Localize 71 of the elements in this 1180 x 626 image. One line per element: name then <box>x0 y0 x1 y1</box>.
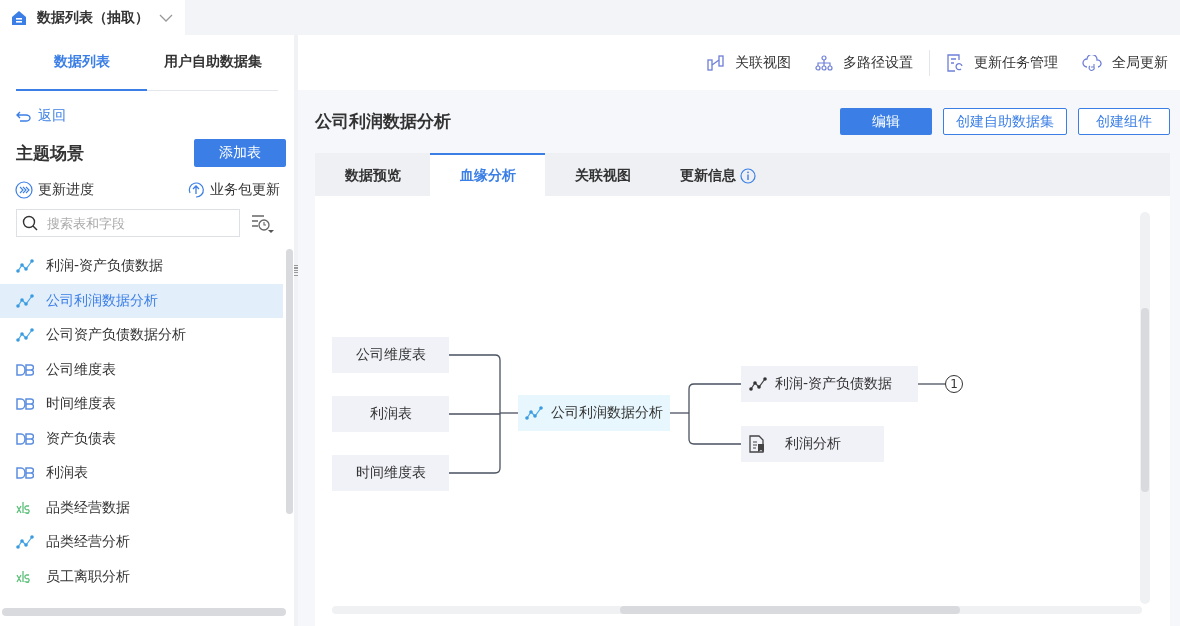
model-icon <box>16 259 34 274</box>
package-update-link[interactable]: 业务包更新 <box>210 181 280 199</box>
content-tab[interactable]: 数据预览 <box>315 153 430 196</box>
update-progress-link[interactable]: 更新进度 <box>38 181 94 199</box>
connector <box>917 383 946 385</box>
refresh-icon <box>187 181 205 199</box>
hierarchy-icon <box>815 54 833 71</box>
search-field[interactable]: 搜索表和字段 <box>16 209 240 237</box>
action-button[interactable]: 编辑 <box>840 108 932 135</box>
database-icon <box>16 398 34 411</box>
toolbar-link[interactable]: 多路径设置 <box>843 53 913 72</box>
tab-label: 数据预览 <box>344 166 401 185</box>
table-list-item[interactable]: 利润表 <box>0 456 283 491</box>
scrollbar[interactable] <box>2 608 286 616</box>
sidebar-tab[interactable]: 数据列表 <box>16 35 147 91</box>
model-icon <box>16 328 34 343</box>
action-button[interactable]: 创建自助数据集 <box>943 108 1067 135</box>
tab-label: 更新信息 <box>679 166 736 185</box>
database-icon <box>16 432 34 445</box>
report-icon <box>749 435 765 453</box>
content-tab[interactable]: 更新信息 <box>660 153 775 196</box>
resize-handle-icon[interactable] <box>294 264 298 277</box>
toolbar-link[interactable]: 全局更新 <box>1112 53 1168 72</box>
model-icon <box>525 406 543 420</box>
model-icon <box>16 293 34 308</box>
node-label: 公司利润数据分析 <box>551 404 663 422</box>
node-label: 利润-资产负债数据 <box>775 375 893 393</box>
target-node[interactable]: 利润分析 <box>741 426 884 462</box>
content-tab[interactable]: 关联视图 <box>545 153 660 196</box>
source-node[interactable]: 公司维度表 <box>332 337 449 373</box>
scrollbar[interactable] <box>332 606 1142 614</box>
filter-history-icon[interactable] <box>250 212 274 234</box>
progress-icon <box>15 181 33 199</box>
page-title: 公司利润数据分析 <box>315 110 451 133</box>
scrollbar[interactable] <box>286 249 293 514</box>
table-list-item[interactable]: 品类经营数据 <box>0 490 283 525</box>
target-node[interactable]: 利润-资产负债数据 <box>741 366 918 402</box>
center-node[interactable]: 公司利润数据分析 <box>518 395 670 431</box>
relation-icon <box>707 54 725 71</box>
tab-title[interactable]: 数据列表（抽取） <box>37 8 149 27</box>
table-list-item[interactable]: 品类经营分析 <box>0 525 283 560</box>
toolbar-link[interactable]: 更新任务管理 <box>974 53 1058 72</box>
undo-icon <box>16 110 32 122</box>
search-icon <box>22 215 38 231</box>
add-table-button[interactable]: 添加表 <box>194 139 286 167</box>
chevron-down-icon[interactable] <box>159 12 173 23</box>
table-list-item[interactable]: 资产负债表 <box>0 421 283 456</box>
task-refresh-icon <box>946 53 964 72</box>
scrollbar[interactable] <box>1140 212 1150 604</box>
toolbar-link[interactable]: 关联视图 <box>735 53 791 72</box>
sidebar-tab[interactable]: 用户自助数据集 <box>147 35 278 91</box>
database-icon <box>16 467 34 480</box>
action-button[interactable]: 创建组件 <box>1078 108 1170 135</box>
source-node[interactable]: 利润表 <box>332 396 449 432</box>
tab-label: 关联视图 <box>574 166 631 185</box>
cloud-refresh-icon <box>1082 54 1102 71</box>
table-list-item[interactable]: 利润-资产负债数据 <box>0 249 283 284</box>
database-icon <box>16 363 34 376</box>
table-list-item[interactable]: 公司资产负债数据分析 <box>0 318 283 353</box>
model-icon <box>16 535 34 550</box>
section-title: 主题场景 <box>16 141 84 165</box>
back-link[interactable]: 返回 <box>38 107 66 125</box>
table-list-item[interactable]: 时间维度表 <box>0 387 283 422</box>
table-list-item[interactable]: 公司维度表 <box>0 352 283 387</box>
source-node[interactable]: 时间维度表 <box>332 455 449 491</box>
home-icon <box>11 9 27 26</box>
tab-label: 血缘分析 <box>459 166 516 185</box>
node-label: 利润分析 <box>785 435 841 453</box>
table-list-item[interactable]: 员工离职分析 <box>0 559 283 594</box>
content-tab[interactable]: 血缘分析 <box>430 153 545 196</box>
model-icon <box>749 377 767 391</box>
